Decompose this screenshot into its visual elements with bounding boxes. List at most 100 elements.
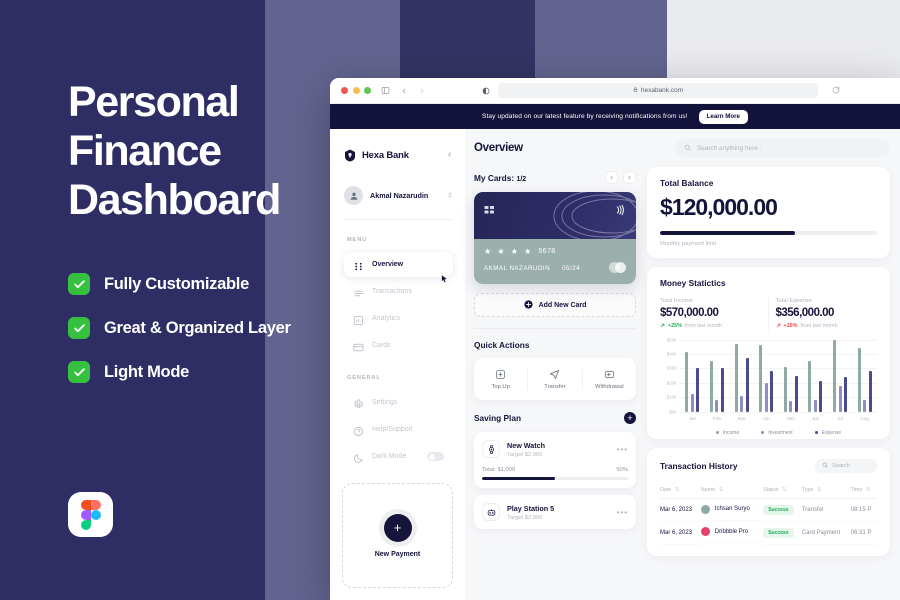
sidebar-item-cards[interactable]: Cards xyxy=(344,333,453,358)
chart-x-tick: Jul xyxy=(836,416,844,422)
quick-action-top-up[interactable]: Top Up xyxy=(474,369,527,390)
chart-bar-group xyxy=(680,340,705,412)
sidebar-item-settings[interactable]: Settings xyxy=(344,390,453,415)
chart-bar-expense xyxy=(868,371,872,412)
sidebar-item-overview[interactable]: Overview xyxy=(344,252,453,283)
table-body: Mar 6, 2023 Ichsan Suryo Success Transfer 08… xyxy=(660,498,877,545)
more-horizontal-icon[interactable]: ••• xyxy=(617,445,628,454)
contactless-icon xyxy=(614,203,626,221)
cell-name: Dribbble Pro xyxy=(700,521,764,543)
brand[interactable]: Hexa Bank xyxy=(344,149,453,162)
chart-y-axis: $0K $10K $20K $30K $40K $50K xyxy=(660,337,680,414)
table-row[interactable]: Mar 6, 2023 Ichsan Suryo Success Transfer 08… xyxy=(660,498,877,522)
chart-bar-group xyxy=(754,340,779,412)
reload-icon[interactable] xyxy=(832,86,840,96)
close-icon[interactable] xyxy=(341,87,348,94)
chart-bar-group xyxy=(828,339,853,412)
more-horizontal-icon[interactable]: ••• xyxy=(617,508,628,517)
sidebar-item-label: Transactions xyxy=(372,288,412,295)
figma-logo-icon xyxy=(68,492,113,537)
saving-plan-item[interactable]: New Watch Target $2,000 ••• Total: $1,00… xyxy=(474,432,636,488)
sidebar-toggle-icon[interactable] xyxy=(381,86,390,95)
quick-action-label: Top Up xyxy=(491,383,510,390)
my-cards-label: My Cards: xyxy=(474,172,515,183)
chart-bar-expense xyxy=(745,358,749,412)
search-input[interactable]: Search anything here . xyxy=(675,139,890,157)
chart-bar-expense xyxy=(720,368,724,412)
minimize-icon[interactable] xyxy=(352,87,360,94)
sidebar-item-analytics[interactable]: Analytics xyxy=(344,306,453,331)
prev-card-button[interactable] xyxy=(605,171,618,184)
table-header-type[interactable]: Type ⇅ xyxy=(801,481,851,499)
stat-delta-sub: from last month xyxy=(684,323,723,329)
traffic-lights[interactable] xyxy=(341,87,371,94)
search-icon xyxy=(822,462,828,470)
analytics-icon xyxy=(353,313,364,326)
chart-bar-investment xyxy=(740,395,744,412)
add-new-card-button[interactable]: Add New Card xyxy=(474,293,636,317)
legend-label: Expense xyxy=(821,429,842,436)
back-icon[interactable] xyxy=(400,87,408,95)
stat-delta: +15% from last month xyxy=(776,323,878,330)
table-header-status[interactable]: Status ⇅ xyxy=(763,481,802,499)
app-body: Hexa Bank Akmal Nazarudin MENU Overview … xyxy=(330,129,900,600)
add-saving-plan-button[interactable]: + xyxy=(624,412,636,424)
learn-more-button[interactable]: Learn More xyxy=(698,109,748,124)
chart-bar-investment xyxy=(715,399,719,412)
chart-plot xyxy=(680,339,877,413)
cell-status: Success xyxy=(763,521,802,545)
chart-y-tick: $40K xyxy=(666,351,677,357)
saving-plan-target: Target $2,000 xyxy=(507,514,543,521)
quick-action-withdrawal[interactable]: Withdrawal xyxy=(581,368,636,390)
saving-plan-item[interactable]: Play Station 5 Target $2,000 ••• xyxy=(474,495,636,529)
chevron-updown-icon[interactable] xyxy=(447,190,453,202)
quick-actions-title: Quick Actions xyxy=(474,340,530,350)
chart-bar-group xyxy=(729,340,754,412)
table-row[interactable]: Mar 6, 2023 Dribbble Pro Success Card Payme… xyxy=(660,521,877,545)
chart-x-tick: Jan xyxy=(688,416,697,422)
check-icon xyxy=(68,317,90,339)
card-meta: AKMAL NAZARUDIN 05/24 xyxy=(484,265,626,272)
next-card-button[interactable] xyxy=(623,171,636,184)
sidebar-item-help-support[interactable]: Help/Support xyxy=(344,417,453,442)
collapse-sidebar-icon[interactable] xyxy=(446,151,453,160)
dark-mode-toggle[interactable] xyxy=(427,452,444,461)
table-header-name[interactable]: Name ⇅ xyxy=(700,481,764,499)
profile-switcher[interactable]: Akmal Nazarudin xyxy=(344,186,453,220)
chart-legend: Income Investment Expense xyxy=(680,430,877,436)
chip-icon xyxy=(484,202,497,219)
table-header-time[interactable]: Time ⇅ xyxy=(850,481,877,499)
chart-bar-investment xyxy=(690,394,694,412)
stat-total-income: Total Income $570,000.00 +25% from last … xyxy=(660,298,762,330)
cell-date: Mar 6, 2023 xyxy=(660,498,701,522)
saving-plan-target: Target $2,000 xyxy=(507,451,543,458)
maximize-icon[interactable] xyxy=(364,87,371,94)
new-payment-label: New Payment xyxy=(374,550,421,558)
sidebar-item-label: Settings xyxy=(372,399,398,406)
money-statistics-panel: Money Statictics Total Income $570,000.0… xyxy=(647,266,890,439)
brand-name: Hexa Bank xyxy=(362,150,409,161)
bank-card[interactable]: ★ ★ ★ ★ 5678 AKMAL NAZARUDIN 05/24 xyxy=(474,192,636,284)
address-bar[interactable]: hexabank.com xyxy=(498,83,818,98)
transaction-search-input[interactable]: Search xyxy=(815,458,877,473)
sidebar-item-label: Cards xyxy=(372,342,391,349)
sidebar-item-transactions[interactable]: Transactions xyxy=(344,279,453,304)
add-new-card-label: Add New Card xyxy=(538,301,587,309)
chart-bar-expense xyxy=(844,376,848,412)
chart-bar-expense xyxy=(819,381,823,412)
table-header-date[interactable]: Date ⇅ xyxy=(660,481,701,499)
new-payment-button[interactable]: + New Payment xyxy=(342,483,453,588)
sidebar-item-dark-mode[interactable]: Dark Mode xyxy=(344,444,453,469)
quick-action-transfer[interactable]: Transfer xyxy=(527,368,581,390)
card-holder: AKMAL NAZARUDIN xyxy=(484,265,551,272)
total-balance-title: Total Balance xyxy=(660,178,714,188)
search-icon xyxy=(684,144,691,153)
chart-bar-income xyxy=(833,339,837,412)
forward-icon[interactable] xyxy=(418,87,426,95)
sidebar-item-label: Dark Mode xyxy=(372,453,407,460)
headline-line-2: Finance xyxy=(68,127,222,175)
check-icon xyxy=(68,273,90,295)
right-column: Search anything here . Total Balance $12… xyxy=(645,129,900,600)
theme-contrast-icon[interactable] xyxy=(482,87,490,95)
chart-bar-income xyxy=(783,366,787,412)
